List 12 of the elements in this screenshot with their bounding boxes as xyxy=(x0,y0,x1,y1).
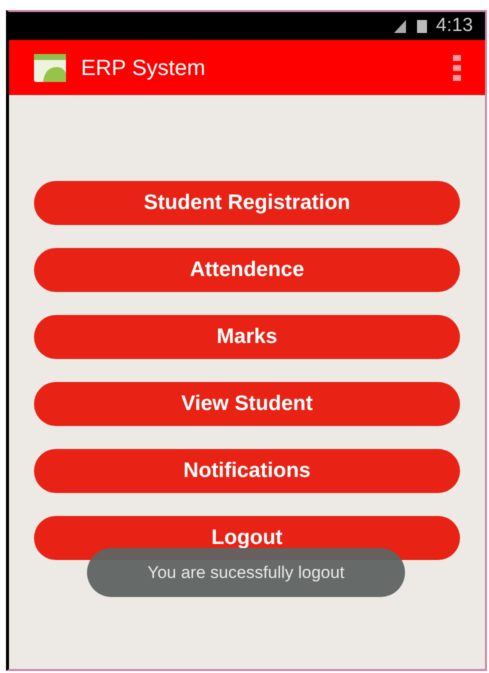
menu-button[interactable]: Notifications xyxy=(34,449,460,493)
status-time: 4:13 xyxy=(436,14,473,38)
toast-message: You are sucessfully logout xyxy=(87,548,405,597)
overflow-menu-icon[interactable] xyxy=(453,54,461,80)
menu-button[interactable]: Attendence xyxy=(34,248,460,292)
menu-button[interactable]: Marks xyxy=(34,315,460,359)
app-logo-icon xyxy=(33,52,67,82)
menu-button[interactable]: Student Registration xyxy=(34,181,460,225)
signal-icon xyxy=(392,18,408,34)
app-title: ERP System xyxy=(81,54,206,82)
battery-icon xyxy=(416,18,428,34)
menu-button[interactable]: View Student xyxy=(34,382,460,426)
